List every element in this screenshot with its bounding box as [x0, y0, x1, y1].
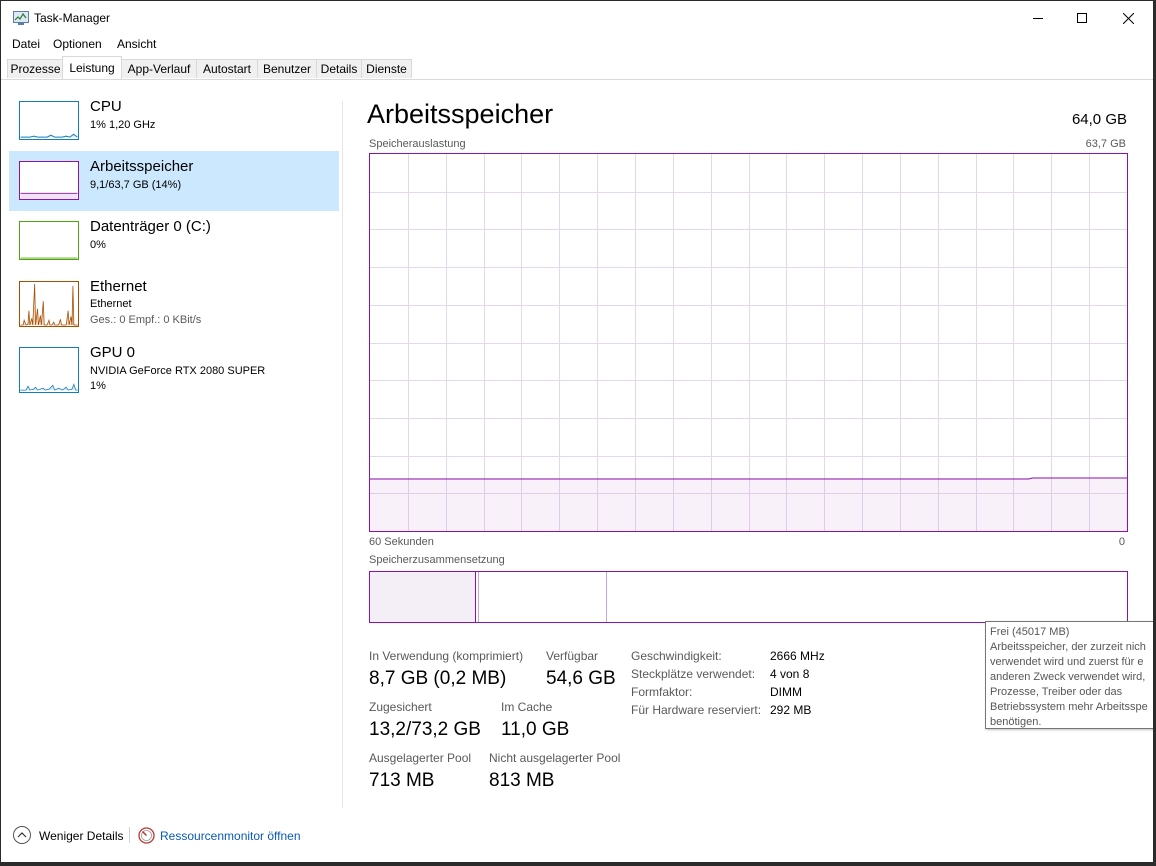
memory-thumbnail-graph [19, 161, 79, 200]
time-axis-right: 0 [1118, 536, 1125, 548]
sidebar-item-arbeitsspeicher[interactable]: Arbeitsspeicher 9,1/63,7 GB (14%) [9, 151, 339, 211]
sidebar-item-throughput: Ges.: 0 Empf.: 0 KBit/s [90, 314, 202, 326]
gpu-thumbnail-graph [19, 347, 79, 393]
tab-prozesse[interactable]: Prozesse [7, 59, 64, 78]
tooltip-title: Frei (45017 MB) [990, 626, 1070, 638]
sidebar-divider [342, 101, 343, 808]
sidebar-item-datentraeger[interactable]: Datenträger 0 (C:) 0% [9, 211, 339, 271]
sidebar-item-cpu[interactable]: CPU 1% 1,20 GHz [9, 91, 339, 151]
tab-leistung[interactable]: Leistung [62, 56, 122, 79]
cpu-thumbnail-graph [19, 101, 79, 140]
fewer-details-label: Weniger Details [39, 829, 124, 843]
footer-divider [129, 827, 130, 843]
sidebar-item-name: CPU [90, 98, 122, 115]
maximize-icon [1077, 13, 1087, 23]
maximize-button[interactable] [1059, 1, 1105, 35]
sidebar-item-name: GPU 0 [90, 344, 136, 361]
close-icon [1122, 12, 1134, 24]
window-title: Task-Manager [34, 11, 111, 25]
speed-label: Geschwindigkeit: [631, 649, 722, 663]
sidebar-item-usage: 1% [90, 380, 106, 392]
paged-pool-label: Ausgelagerter Pool [369, 751, 472, 765]
tab-details[interactable]: Details [316, 59, 362, 78]
hardware-reserved-label: Für Hardware reserviert: [631, 703, 762, 717]
composition-tooltip: Frei (45017 MB) Arbeitsspeicher, der zur… [985, 621, 1153, 729]
tooltip-line: benötigen. [990, 716, 1042, 728]
tab-autostart[interactable]: Autostart [196, 59, 258, 78]
cached-value: 11,0 GB [501, 719, 570, 740]
composition-label: Speicherzusammensetzung [369, 554, 505, 566]
tooltip-line: Betriebssystem mehr Arbeitsspe [990, 701, 1148, 713]
memory-usage-graph [369, 153, 1128, 532]
usage-area [370, 478, 1127, 531]
sidebar-item-detail: 1% 1,20 GHz [90, 119, 156, 131]
sidebar-item-name: Arbeitsspeicher [90, 158, 194, 175]
task-manager-window: Task-Manager Datei Optionen Ansicht Proz… [1, 1, 1153, 862]
memory-composition-bar[interactable] [369, 571, 1128, 623]
sidebar-item-detail: NVIDIA GeForce RTX 2080 SUPER [90, 365, 266, 377]
resource-monitor-icon [138, 827, 155, 844]
sidebar-item-detail: Ethernet [90, 298, 132, 310]
minimize-icon [1033, 18, 1043, 19]
slots-value: 4 von 8 [770, 667, 810, 681]
sidebar-item-detail: 0% [90, 239, 106, 251]
available-value: 54,6 GB [546, 668, 616, 689]
ethernet-thumbnail-graph [19, 281, 79, 327]
hardware-reserved-value: 292 MB [770, 703, 812, 717]
tooltip-line: anderen Zweck verwendet wird, [990, 671, 1146, 683]
in-use-label: In Verwendung (komprimiert) [369, 649, 524, 663]
slots-label: Steckplätze verwendet: [631, 667, 756, 681]
menu-datei[interactable]: Datei [12, 37, 40, 51]
menu-optionen[interactable]: Optionen [53, 37, 102, 51]
usage-graph-label: Speicherauslastung [369, 138, 466, 150]
minimize-button[interactable] [1015, 1, 1061, 35]
resource-monitor-label: Ressourcenmonitor öffnen [160, 829, 301, 843]
tooltip-line: Arbeitsspeicher, der zurzeit nich [990, 641, 1146, 653]
page-title: Arbeitsspeicher [367, 99, 554, 129]
composition-in-use [370, 572, 475, 622]
paged-pool-value: 713 MB [369, 770, 435, 791]
disk-thumbnail-graph [19, 221, 79, 260]
time-axis-left: 60 Sekunden [369, 536, 434, 548]
form-factor-value: DIMM [770, 685, 802, 699]
chevron-up-icon [13, 826, 31, 844]
total-memory: 64,0 GB [1071, 111, 1127, 128]
in-use-value: 8,7 GB (0,2 MB) [369, 668, 507, 689]
sidebar-item-gpu[interactable]: GPU 0 NVIDIA GeForce RTX 2080 SUPER 1% [9, 337, 339, 399]
usage-graph-max: 63,7 GB [1085, 138, 1126, 150]
nonpaged-pool-value: 813 MB [489, 770, 555, 791]
tab-app-verlauf[interactable]: App-Verlauf [121, 59, 197, 78]
tooltip-line: Prozesse, Treiber oder das [990, 686, 1123, 698]
tab-dienste[interactable]: Dienste [361, 59, 412, 78]
cached-label: Im Cache [501, 700, 553, 714]
close-button[interactable] [1105, 1, 1151, 35]
sidebar-item-name: Datenträger 0 (C:) [90, 218, 211, 235]
available-label: Verfügbar [546, 649, 599, 663]
menu-ansicht[interactable]: Ansicht [117, 37, 156, 51]
title-bar[interactable]: Task-Manager [1, 1, 1153, 35]
nonpaged-pool-label: Nicht ausgelagerter Pool [489, 751, 621, 765]
menu-bar: Datei Optionen Ansicht [1, 35, 1153, 55]
tab-bar: Prozesse Leistung App-Verlauf Autostart … [1, 55, 1153, 80]
speed-value: 2666 MHz [770, 649, 825, 663]
tooltip-line: verwendet wird und zuerst für e [990, 656, 1144, 668]
committed-label: Zugesichert [369, 700, 432, 714]
sidebar-item-ethernet[interactable]: Ethernet Ethernet Ges.: 0 Empf.: 0 KBit/… [9, 271, 339, 333]
form-factor-label: Formfaktor: [631, 685, 693, 699]
sidebar-item-name: Ethernet [90, 278, 147, 295]
task-manager-app-icon [13, 11, 29, 25]
committed-value: 13,2/73,2 GB [369, 719, 481, 740]
sidebar-item-detail: 9,1/63,7 GB (14%) [90, 179, 182, 191]
tab-benutzer[interactable]: Benutzer [257, 59, 317, 78]
